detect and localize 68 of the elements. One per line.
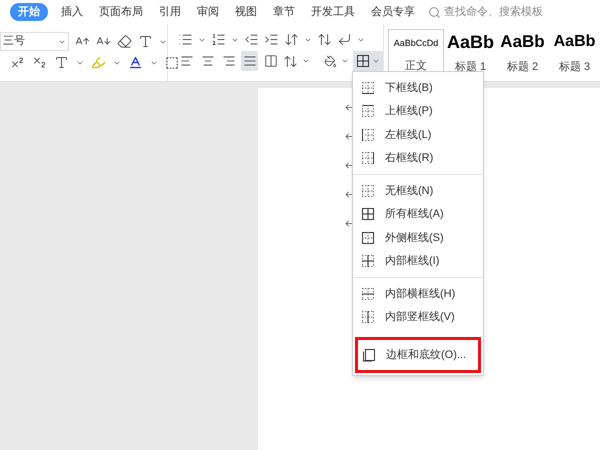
caret-icon[interactable]: [372, 57, 380, 65]
align-icon: [264, 54, 278, 68]
align-icon: [222, 54, 236, 68]
style-preview: AaBb: [554, 32, 596, 52]
ribbon-tab[interactable]: 引用: [152, 3, 188, 21]
border-grid-icon: [361, 310, 375, 324]
ribbon-tab[interactable]: 视图: [228, 3, 264, 21]
border-grid-icon: [361, 286, 375, 301]
ribbon-tab[interactable]: 章节: [266, 3, 302, 21]
menu-item[interactable]: 右框线(R): [353, 146, 483, 170]
border-grid-icon: [361, 104, 375, 118]
menu-item[interactable]: 边框和底纹(O)...: [355, 337, 481, 373]
ribbon-tab[interactable]: 插入: [54, 3, 90, 21]
menu-item[interactable]: 无框线(N): [353, 179, 483, 202]
border-grid-icon: [361, 230, 375, 245]
border-button[interactable]: [353, 51, 384, 71]
ribbon-tab[interactable]: 会员专享: [364, 3, 422, 21]
eraser-icon[interactable]: [117, 34, 132, 49]
border-grid-icon: [361, 207, 375, 222]
search-icon: [428, 6, 441, 18]
style-preview: AaBb: [446, 31, 494, 54]
caret-icon[interactable]: [302, 57, 310, 65]
style-preview: AaBbCcDd: [394, 37, 438, 50]
menu-item[interactable]: 内部竖框线(V): [353, 306, 483, 329]
page-border-icon: [362, 348, 376, 362]
caret-icon[interactable]: [341, 57, 350, 65]
ribbon-tab[interactable]: 页面布局: [92, 3, 150, 21]
font-size-value: 三号: [3, 34, 25, 50]
font-color-icon[interactable]: [128, 55, 143, 70]
sort-icon[interactable]: [284, 32, 299, 47]
menu-item[interactable]: 所有框线(A): [353, 202, 483, 226]
numbered-list-icon[interactable]: [211, 32, 226, 47]
style-label: 标题 2: [506, 60, 538, 74]
superscript-icon[interactable]: [10, 55, 25, 70]
menu-item[interactable]: 下框线(B): [353, 76, 483, 100]
border-grid-icon: [361, 80, 375, 95]
menu-item[interactable]: 内部框线(I): [353, 250, 483, 273]
menu-item[interactable]: 上框线(P): [353, 100, 483, 123]
shading-icon[interactable]: [324, 54, 338, 68]
align-button[interactable]: [241, 51, 258, 71]
subscript-icon[interactable]: [32, 55, 47, 70]
menu-item[interactable]: 左框线(L): [353, 123, 483, 146]
style-label: 标题 3: [558, 60, 590, 74]
border-grid-icon: [361, 254, 375, 268]
border-grid-icon: [356, 54, 370, 68]
style-preview: AaBb: [500, 31, 545, 53]
font-size-dropdown[interactable]: 三号: [0, 32, 69, 51]
style-preset[interactable]: AaBb 标题 1: [445, 29, 496, 75]
style-preset[interactable]: AaBb 标题 3: [549, 29, 600, 75]
ribbon-tab[interactable]: 审阅: [190, 3, 226, 21]
align-icon: [180, 54, 194, 68]
text-direction-icon[interactable]: [317, 32, 332, 47]
indent-increase-icon[interactable]: [264, 32, 279, 47]
indent-decrease-icon[interactable]: [244, 32, 259, 47]
border-grid-icon: [361, 184, 375, 198]
style-label: 正文: [405, 58, 427, 74]
search-field[interactable]: 查找命令、搜索模板: [428, 4, 554, 20]
menu-item[interactable]: 外侧框线(S): [353, 226, 483, 250]
line-spacing-icon[interactable]: [283, 54, 298, 68]
align-icon: [200, 54, 215, 68]
ribbon-tab[interactable]: 开发工具: [304, 3, 362, 21]
style-label: 标题 1: [454, 60, 486, 74]
border-grid-icon: [361, 128, 375, 142]
align-icon: [242, 54, 257, 68]
menu-item[interactable]: 内部横框线(H): [353, 282, 483, 306]
style-preset[interactable]: AaBb 标题 2: [497, 29, 548, 75]
border-grid-icon: [361, 151, 375, 166]
character-border-icon[interactable]: [165, 56, 179, 70]
